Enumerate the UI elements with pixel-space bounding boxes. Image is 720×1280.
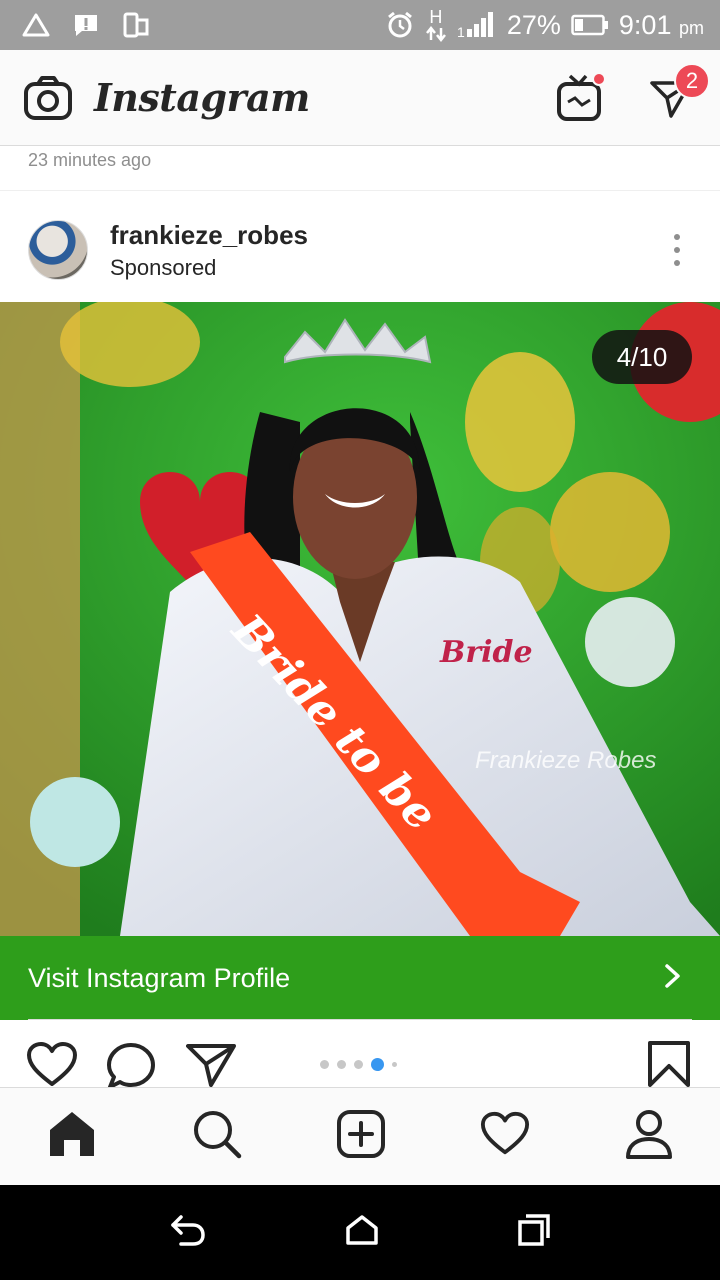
home-icon[interactable] [47, 1110, 97, 1163]
avatar[interactable] [28, 220, 88, 280]
search-icon[interactable] [192, 1109, 242, 1164]
post-actions [0, 1030, 720, 1089]
direct-message-button[interactable]: 2 [650, 62, 710, 119]
add-post-icon[interactable] [336, 1109, 386, 1164]
data-arrows-icon: H [425, 8, 447, 42]
carousel-dot [337, 1060, 346, 1069]
post-header: frankieze_robes Sponsored [0, 200, 720, 300]
post-author: frankieze_robes Sponsored [110, 220, 308, 281]
cta-divider [28, 1019, 692, 1020]
app-logo: Instagram [94, 75, 310, 120]
robe-text: Bride [439, 635, 533, 670]
igtv-new-dot [592, 71, 606, 86]
carousel-dot [320, 1060, 329, 1069]
heart-icon[interactable] [26, 1042, 78, 1093]
screen-icon [122, 11, 150, 39]
username[interactable]: frankieze_robes [110, 220, 308, 251]
photo-illustration: Bride to be Bride [0, 302, 720, 936]
network-type: H [429, 7, 443, 27]
recents-icon[interactable] [517, 1213, 551, 1252]
chevron-right-icon [664, 963, 682, 994]
profile-icon[interactable] [625, 1109, 673, 1164]
image-counter: 4/10 [592, 330, 692, 384]
post-timestamp: 23 minutes ago [28, 150, 152, 170]
carousel-dot [354, 1060, 363, 1069]
back-icon[interactable] [169, 1213, 207, 1252]
signal-icon: 1 [457, 11, 497, 39]
warning-icon [22, 13, 50, 37]
bottom-nav [0, 1087, 720, 1185]
post-image[interactable]: Bride to be Bride Frankieze Robes 4/10 [0, 302, 720, 936]
alert-icon [72, 12, 100, 38]
activity-heart-icon[interactable] [480, 1111, 530, 1162]
svg-text:1: 1 [457, 24, 465, 39]
visit-profile-button[interactable]: Visit Instagram Profile [0, 936, 720, 1020]
image-watermark: Frankieze Robes [475, 747, 657, 774]
sponsored-label: Sponsored [110, 254, 217, 280]
carousel-dot [371, 1058, 384, 1071]
cta-label: Visit Instagram Profile [28, 962, 291, 993]
camera-icon[interactable] [24, 75, 72, 120]
more-options-icon[interactable] [674, 234, 680, 266]
status-bar: H 1 27% 9:01 pm [0, 0, 720, 50]
clock-ampm: pm [678, 17, 704, 38]
battery-percent: 27% [506, 9, 561, 40]
igtv-button[interactable] [556, 71, 606, 122]
battery-icon [571, 14, 609, 36]
direct-badge: 2 [674, 62, 710, 99]
carousel-dot [392, 1062, 397, 1067]
post-divider [0, 190, 720, 191]
system-nav-bar [0, 1185, 720, 1280]
clock-time: 9:01 [618, 9, 672, 40]
share-icon[interactable] [186, 1042, 236, 1093]
clock: 9:01 pm [619, 10, 704, 41]
bookmark-icon[interactable] [646, 1040, 692, 1093]
alarm-icon [385, 10, 415, 40]
home-outline-icon[interactable] [345, 1214, 379, 1251]
carousel-dots [320, 1058, 397, 1071]
top-app-bar: Instagram 2 [0, 50, 720, 146]
